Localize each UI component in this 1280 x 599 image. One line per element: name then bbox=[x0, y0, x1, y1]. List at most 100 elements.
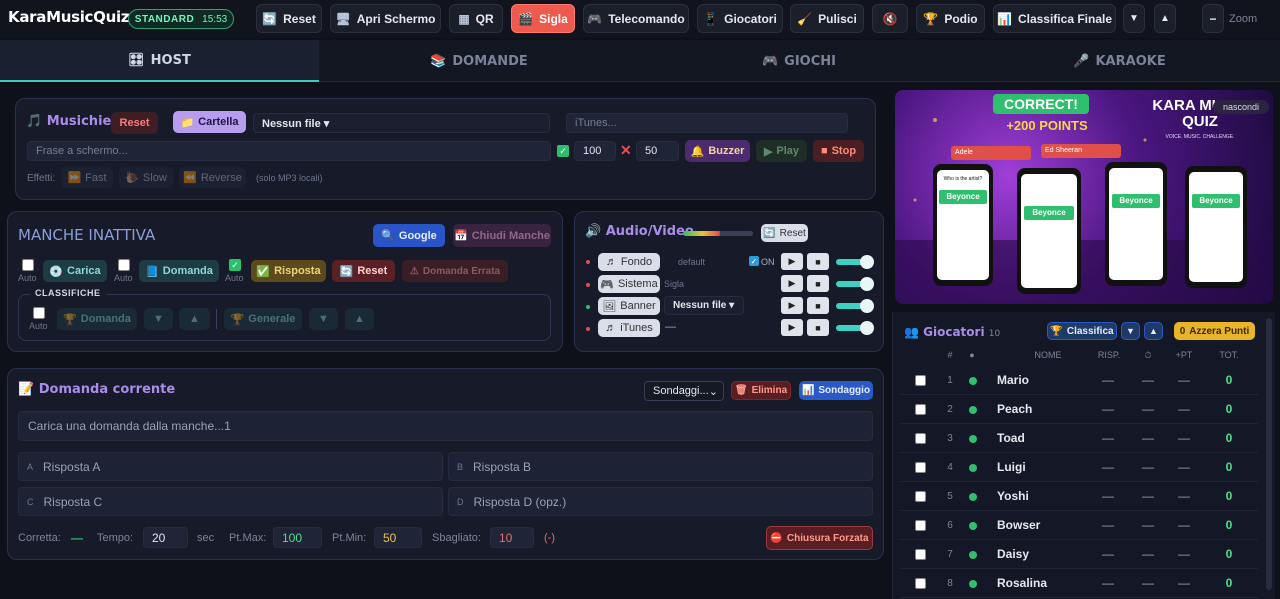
reset-points-button[interactable]: 0 Azzera Punti bbox=[1174, 322, 1255, 340]
move-down-button[interactable]: ▼ bbox=[1123, 4, 1145, 33]
play-button[interactable]: ▶ Play bbox=[756, 140, 807, 162]
wrong-input[interactable]: 10 bbox=[490, 527, 534, 548]
tab-giochi[interactable]: 🎮 GIOCHI bbox=[639, 40, 959, 82]
remote-button[interactable]: 🎮 Telecomando bbox=[583, 4, 689, 33]
podium-button[interactable]: 🏆 Podio bbox=[916, 4, 985, 33]
answer-b-input[interactable]: B Risposta B bbox=[448, 452, 873, 481]
file-select[interactable]: Nessun file ▾ bbox=[253, 113, 550, 133]
answer-a-input[interactable]: A Risposta A bbox=[18, 452, 443, 481]
itunes-search-input[interactable]: iTunes... bbox=[566, 113, 848, 133]
answer-c-input[interactable]: C Risposta C bbox=[18, 487, 443, 516]
force-close-button[interactable]: ⛔ Chiusura Forzata bbox=[766, 526, 873, 550]
rank-question-down-button[interactable]: ▼ bbox=[144, 308, 173, 330]
tab-karaoke[interactable]: 🎤 KARAOKE bbox=[959, 40, 1280, 82]
ranking-button[interactable]: 🏆 Classifica bbox=[1047, 322, 1117, 340]
buzzer-button[interactable]: 🔔 Buzzer bbox=[685, 140, 750, 162]
stop-button[interactable]: ■ Stop bbox=[813, 140, 864, 162]
fast-effect-button[interactable]: ⏩ Fast bbox=[61, 167, 113, 188]
fondo-button[interactable]: ♬ Fondo bbox=[598, 253, 660, 271]
slow-effect-button[interactable]: 🐌 Slow bbox=[119, 167, 173, 188]
qr-icon: ▦ bbox=[458, 11, 470, 26]
player-select-checkbox[interactable] bbox=[915, 491, 926, 502]
player-number: 7 bbox=[947, 548, 953, 560]
reset-button[interactable]: 🔄 Reset bbox=[256, 4, 322, 33]
move-up-button[interactable]: ▲ bbox=[1154, 4, 1176, 33]
poll-button[interactable]: 📊 Sondaggio bbox=[799, 381, 873, 400]
auto-question-checkbox[interactable] bbox=[118, 259, 130, 271]
zoom-out-button[interactable]: − bbox=[1202, 4, 1224, 33]
banner-button[interactable]: 🖼 Banner bbox=[598, 297, 660, 315]
auto-rank-checkbox[interactable] bbox=[33, 307, 45, 319]
player-points: — bbox=[1178, 431, 1190, 445]
load-button[interactable]: 💿 Carica bbox=[43, 260, 107, 282]
close-manche-button[interactable]: 📅 Chiudi Manche bbox=[453, 224, 551, 247]
clean-button[interactable]: 🧹 Pulisci bbox=[790, 4, 864, 33]
itunes-play-button[interactable]: ▶ bbox=[781, 319, 803, 336]
poll-select[interactable]: Sondaggi... ⌄ bbox=[644, 381, 724, 401]
fondo-stop-button[interactable]: ■ bbox=[807, 253, 829, 270]
ptmax-input[interactable]: 100 bbox=[273, 527, 322, 548]
answer-d-input[interactable]: D Risposta D (opz.) bbox=[448, 487, 873, 516]
tab-host[interactable]: 🎛 HOST bbox=[0, 40, 319, 82]
player-select-checkbox[interactable] bbox=[915, 520, 926, 531]
player-select-checkbox[interactable] bbox=[915, 433, 926, 444]
screen-phrase-input[interactable]: Frase a schermo... bbox=[27, 141, 551, 161]
delete-button[interactable]: 🗑 Elimina bbox=[731, 381, 791, 400]
rank-question-up-button[interactable]: ▲ bbox=[179, 308, 210, 330]
players-button[interactable]: 📱 Giocatori bbox=[697, 4, 783, 33]
players-down-button[interactable]: ▼ bbox=[1121, 322, 1140, 340]
banner-file-select[interactable]: Nessun file ▾ bbox=[664, 296, 744, 315]
audio-reset-button[interactable]: 🔄 Reset bbox=[761, 224, 808, 242]
sistema-stop-button[interactable]: ■ bbox=[807, 275, 829, 292]
hide-preview-button[interactable]: nascondi bbox=[1213, 100, 1269, 114]
player-online-dot bbox=[969, 464, 977, 472]
reverse-effect-button[interactable]: ⏪ Reverse bbox=[179, 167, 246, 188]
banner-play-button[interactable]: ▶ bbox=[781, 297, 803, 314]
sigla-button[interactable]: 🎬 Sigla bbox=[511, 4, 575, 33]
qr-button[interactable]: ▦ QR bbox=[449, 4, 503, 33]
question-text-input[interactable]: Carica una domanda dalla manche...1 bbox=[18, 411, 873, 441]
player-select-checkbox[interactable] bbox=[915, 549, 926, 560]
banner-volume-slider[interactable] bbox=[836, 299, 874, 313]
main-tabs: 🎛 HOST 📚 DOMANDE 🎮 GIOCHI 🎤 KARAOKE bbox=[0, 40, 1280, 82]
mute-button[interactable]: 🔇 bbox=[872, 4, 908, 33]
sistema-play-button[interactable]: ▶ bbox=[781, 275, 803, 292]
rank-general-down-button[interactable]: ▼ bbox=[309, 308, 338, 330]
rank-question-button[interactable]: 🏆 Domanda bbox=[57, 308, 137, 330]
sistema-button[interactable]: 🎮 Sistema bbox=[598, 275, 660, 293]
itunes-volume-slider[interactable] bbox=[836, 321, 874, 335]
musichiere-reset-button[interactable]: Reset bbox=[111, 112, 158, 134]
zoom-label: Zoom bbox=[1229, 13, 1258, 25]
player-select-checkbox[interactable] bbox=[915, 462, 926, 473]
wrong-points-input[interactable]: 50 bbox=[636, 141, 679, 161]
rank-general-up-button[interactable]: ▲ bbox=[345, 308, 374, 330]
question-button[interactable]: 📘 Domanda bbox=[139, 260, 219, 282]
rank-general-button[interactable]: 🏆 Generale bbox=[224, 308, 302, 330]
tab-domande[interactable]: 📚 DOMANDE bbox=[319, 40, 639, 82]
itunes-button[interactable]: ♬ iTunes bbox=[598, 319, 660, 337]
folder-button[interactable]: 📁 Cartella bbox=[173, 111, 246, 133]
final-ranking-button[interactable]: 📊 Classifica Finale bbox=[993, 4, 1116, 33]
google-button[interactable]: 🔍 Google bbox=[373, 224, 445, 247]
fondo-on-checkbox[interactable]: ✓ bbox=[749, 256, 759, 266]
sistema-volume-slider[interactable] bbox=[836, 277, 874, 291]
fondo-play-button[interactable]: ▶ bbox=[781, 253, 803, 270]
time-input[interactable]: 20 bbox=[143, 527, 188, 548]
open-screen-button[interactable]: 🖥 Apri Schermo bbox=[330, 4, 441, 33]
player-select-checkbox[interactable] bbox=[915, 375, 926, 386]
players-up-button[interactable]: ▲ bbox=[1144, 322, 1163, 340]
wrong-question-button[interactable]: ⚠ Domanda Errata bbox=[402, 260, 508, 282]
answer-button[interactable]: ✅ Risposta bbox=[251, 260, 326, 282]
auto-answer-checkbox[interactable]: ✓ bbox=[229, 259, 241, 271]
player-select-checkbox[interactable] bbox=[915, 404, 926, 415]
players-scrollbar[interactable] bbox=[1266, 318, 1272, 590]
ptmin-input[interactable]: 50 bbox=[374, 527, 422, 548]
player-select-checkbox[interactable] bbox=[915, 578, 926, 589]
banner-stop-button[interactable]: ■ bbox=[807, 297, 829, 314]
correct-points-input[interactable]: 100 bbox=[574, 141, 616, 161]
refresh-icon: 🔄 bbox=[763, 227, 776, 239]
itunes-stop-button[interactable]: ■ bbox=[807, 319, 829, 336]
manche-reset-button[interactable]: 🔄 Reset bbox=[332, 260, 395, 282]
auto-load-checkbox[interactable] bbox=[22, 259, 34, 271]
fondo-volume-slider[interactable] bbox=[836, 255, 874, 269]
